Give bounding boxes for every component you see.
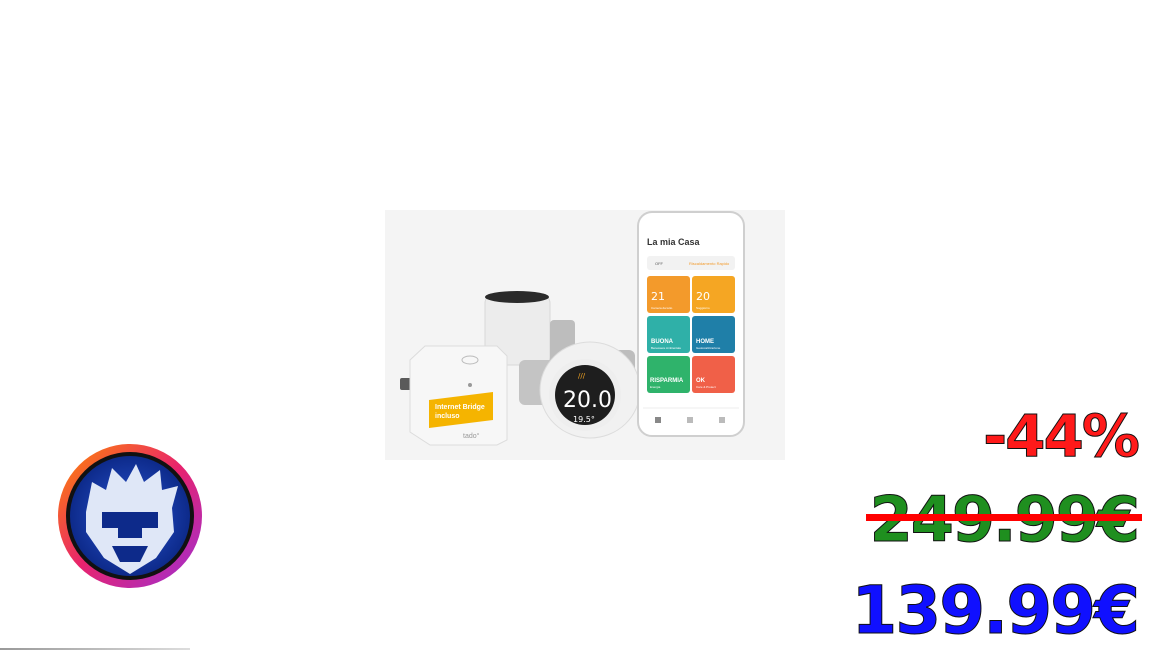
svg-text:19.5°: 19.5° <box>573 415 595 424</box>
svg-text:OK: OK <box>696 378 706 384</box>
smartphone: La mia Casa OFF Riscaldamento Rapido 21 … <box>637 211 745 437</box>
old-price: 249.99€ <box>865 483 1142 557</box>
svg-text:incluso: incluso <box>435 413 460 420</box>
new-price: 139.99€ <box>851 572 1141 650</box>
svg-text:HOME: HOME <box>696 339 714 345</box>
svg-text:RISPARMIA: RISPARMIA <box>650 378 684 384</box>
channel-logo-icon <box>56 442 204 590</box>
discount-badge: -44% <box>983 402 1141 471</box>
svg-text:tado°: tado° <box>463 432 480 440</box>
strikethrough-line <box>865 514 1142 521</box>
svg-text:OFF: OFF <box>655 261 664 266</box>
svg-text:Soggiorno: Soggiorno <box>696 306 710 310</box>
svg-text:Benessere Ambientale: Benessere Ambientale <box>651 346 681 350</box>
svg-text:20: 20 <box>696 290 710 303</box>
svg-text:20.0: 20.0 <box>563 388 612 413</box>
product-image: Internet Bridge incluso tado° 20.0 19.5°… <box>385 210 785 460</box>
svg-text:Energia: Energia <box>650 385 661 389</box>
svg-text:BUONA: BUONA <box>651 339 674 345</box>
svg-text:Geolocalizzazione: Geolocalizzazione <box>696 346 721 350</box>
internet-bridge: Internet Bridge incluso tado° <box>400 345 508 446</box>
thermostat-front: 20.0 19.5° /// <box>539 341 641 439</box>
svg-text:Internet Bridge: Internet Bridge <box>435 404 485 411</box>
svg-text:21: 21 <box>651 290 665 303</box>
svg-text:///: /// <box>578 372 586 380</box>
svg-text:Camera da letto: Camera da letto <box>651 306 673 310</box>
svg-text:Care & Protect: Care & Protect <box>696 385 716 389</box>
svg-text:Riscaldamento Rapido: Riscaldamento Rapido <box>689 261 730 266</box>
svg-text:La mia Casa: La mia Casa <box>647 237 701 247</box>
